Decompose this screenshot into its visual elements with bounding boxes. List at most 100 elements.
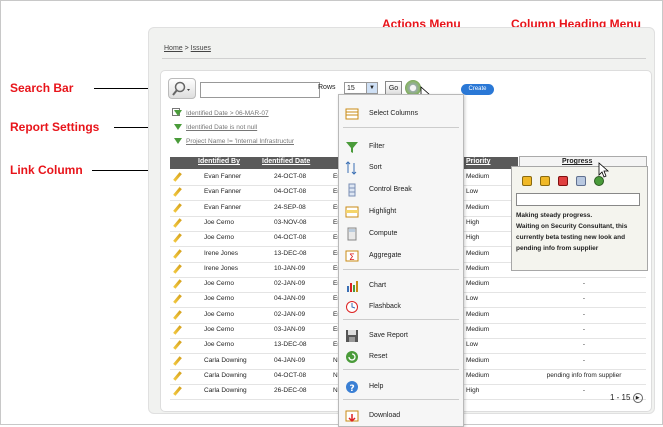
control-break-column-icon[interactable]	[576, 176, 586, 186]
sort-icon	[345, 161, 357, 175]
menu-item-flashback[interactable]: Flashback	[339, 298, 463, 316]
menu-item-save-report[interactable]: Save Report	[339, 327, 463, 345]
create-button[interactable]: Create	[461, 84, 494, 95]
column-menu-cursor	[598, 162, 610, 178]
table-row: Evan Fanner 24-OCT-08 Er	[170, 170, 340, 186]
table-row: Evan Fanner 24-SEP-08 Er	[170, 201, 340, 217]
breadcrumb-current[interactable]: Issues	[191, 45, 211, 52]
menu-item-select-columns[interactable]: Select Columns	[339, 105, 463, 123]
edit-pencil-icon[interactable]	[173, 340, 182, 351]
menu-item-highlight[interactable]: Highlight	[339, 203, 463, 221]
table-row-right: Medium pending info from supplier	[452, 369, 646, 385]
menu-item-sort[interactable]: Sort	[339, 159, 463, 177]
edit-pencil-icon[interactable]	[173, 325, 182, 335]
menu-item-download[interactable]: Download	[339, 407, 463, 425]
cell-priority: Low	[466, 341, 478, 349]
header-progress[interactable]: Progress	[562, 158, 592, 165]
callout-search-bar: Search Bar	[10, 81, 74, 95]
cell-identified-date: 03-NOV-08	[274, 218, 307, 226]
report-setting-filter[interactable]: Project Name != 'Internal Infrastructur	[174, 138, 294, 145]
column-value[interactable]: currently beta testing new look and	[516, 232, 644, 243]
header-priority[interactable]: Priority	[466, 158, 491, 165]
table-row-right: Medium -	[452, 323, 646, 339]
cell-identified-date: 13-DEC-08	[274, 341, 307, 349]
cell-identified-date: 04-OCT-08	[274, 371, 307, 379]
cell-priority: Medium	[466, 280, 490, 288]
callout-link-column: Link Column	[10, 163, 83, 177]
report-setting-filter[interactable]: Identified Date is not null	[174, 124, 257, 131]
menu-item-control-break[interactable]: Control Break	[339, 181, 463, 199]
edit-pencil-icon[interactable]	[173, 187, 182, 198]
cell-identified-by: Joe Cerno	[204, 295, 234, 303]
menu-item-compute[interactable]: Compute	[339, 225, 463, 243]
select-columns-icon	[345, 108, 359, 120]
table-row: Carla Downing 04-JAN-09 Nr	[170, 354, 340, 370]
cell-progress: -	[582, 310, 586, 318]
edit-pencil-icon[interactable]	[173, 202, 182, 213]
table-row: Joe Cerno 04-JAN-09 Er	[170, 292, 340, 309]
edit-pencil-icon[interactable]	[173, 218, 182, 228]
edit-pencil-icon[interactable]	[173, 309, 182, 320]
cell-identified-date: 13-DEC-08	[274, 249, 307, 257]
column-value[interactable]: pending info from supplier	[516, 243, 644, 254]
header-identified-date[interactable]: Identified Date	[262, 158, 310, 165]
edit-pencil-icon[interactable]	[173, 172, 182, 182]
column-filter-input[interactable]	[516, 193, 640, 206]
column-value[interactable]: Making steady progress.	[516, 210, 644, 221]
cell-priority: High	[466, 234, 480, 242]
header-identified-by[interactable]: Identified By	[198, 158, 240, 165]
cell-identified-date: 03-JAN-09	[274, 326, 306, 333]
edit-pencil-icon[interactable]	[173, 386, 182, 396]
menu-item-help[interactable]: ? Help	[339, 378, 463, 396]
cell-identified-by: Joe Cerno	[204, 326, 234, 333]
cell-priority: Medium	[466, 356, 490, 364]
edit-pencil-icon[interactable]	[173, 355, 182, 366]
cell-identified-by: Joe Cerno	[204, 218, 234, 226]
rows-select[interactable]: 15 ▼	[344, 82, 378, 94]
search-column-selector[interactable]	[168, 78, 196, 99]
edit-pencil-icon[interactable]	[173, 248, 182, 259]
cell-priority: Medium	[466, 173, 490, 180]
search-input[interactable]	[200, 82, 320, 98]
pagination: 1 - 15 ▶	[610, 393, 643, 403]
edit-pencil-icon[interactable]	[173, 371, 182, 381]
cell-priority: Medium	[466, 310, 490, 318]
edit-pencil-icon[interactable]	[173, 279, 182, 289]
filter-funnel-icon	[174, 110, 182, 117]
cell-identified-by: Carla Downing	[204, 387, 247, 395]
cell-progress: -	[582, 295, 586, 303]
column-value[interactable]: Waiting on Security Consultant, this	[516, 221, 644, 232]
help-icon: ?	[346, 381, 358, 394]
edit-pencil-icon[interactable]	[173, 233, 182, 243]
menu-item-chart[interactable]: Chart	[339, 277, 463, 295]
cell-progress: -	[582, 341, 586, 349]
table-row: Irene Jones 10-JAN-09 Er	[170, 262, 340, 278]
hide-column-icon[interactable]	[558, 176, 568, 186]
edit-pencil-icon[interactable]	[173, 294, 182, 305]
menu-item-aggregate[interactable]: Σ Aggregate	[339, 247, 463, 265]
chevron-down-icon: ▼	[366, 83, 377, 93]
cell-identified-by: Evan Fanner	[204, 188, 242, 196]
table-row-right: Medium -	[452, 354, 646, 370]
menu-separator	[343, 319, 459, 320]
filter-funnel-icon	[174, 138, 182, 145]
sort-ascending-icon[interactable]	[522, 176, 532, 186]
menu-item-filter[interactable]: Filter	[339, 138, 463, 156]
cell-priority: Low	[466, 295, 478, 303]
menu-separator	[343, 269, 459, 270]
breadcrumb-home-link[interactable]: Home	[164, 45, 183, 52]
report-setting-filter[interactable]: Identified Date > 06-MAR-07	[174, 110, 269, 117]
table-row: Carla Downing 04-OCT-08 Nr	[170, 369, 340, 385]
sort-descending-icon[interactable]	[540, 176, 550, 186]
rows-label: Rows	[318, 84, 336, 91]
callout-report-settings: Report Settings	[10, 120, 100, 134]
edit-pencil-icon[interactable]	[173, 264, 182, 274]
table-row: Joe Cerno 04-OCT-08 Er	[170, 231, 340, 248]
svg-text:?: ?	[350, 384, 355, 394]
next-page-icon[interactable]: ▶	[632, 393, 643, 403]
search-bar-pointer	[94, 88, 156, 89]
table-row: Irene Jones 13-DEC-08 Er	[170, 247, 340, 263]
flashback-icon	[346, 301, 358, 313]
aggregate-icon: Σ	[345, 250, 359, 263]
menu-item-reset[interactable]: Reset	[339, 348, 463, 366]
